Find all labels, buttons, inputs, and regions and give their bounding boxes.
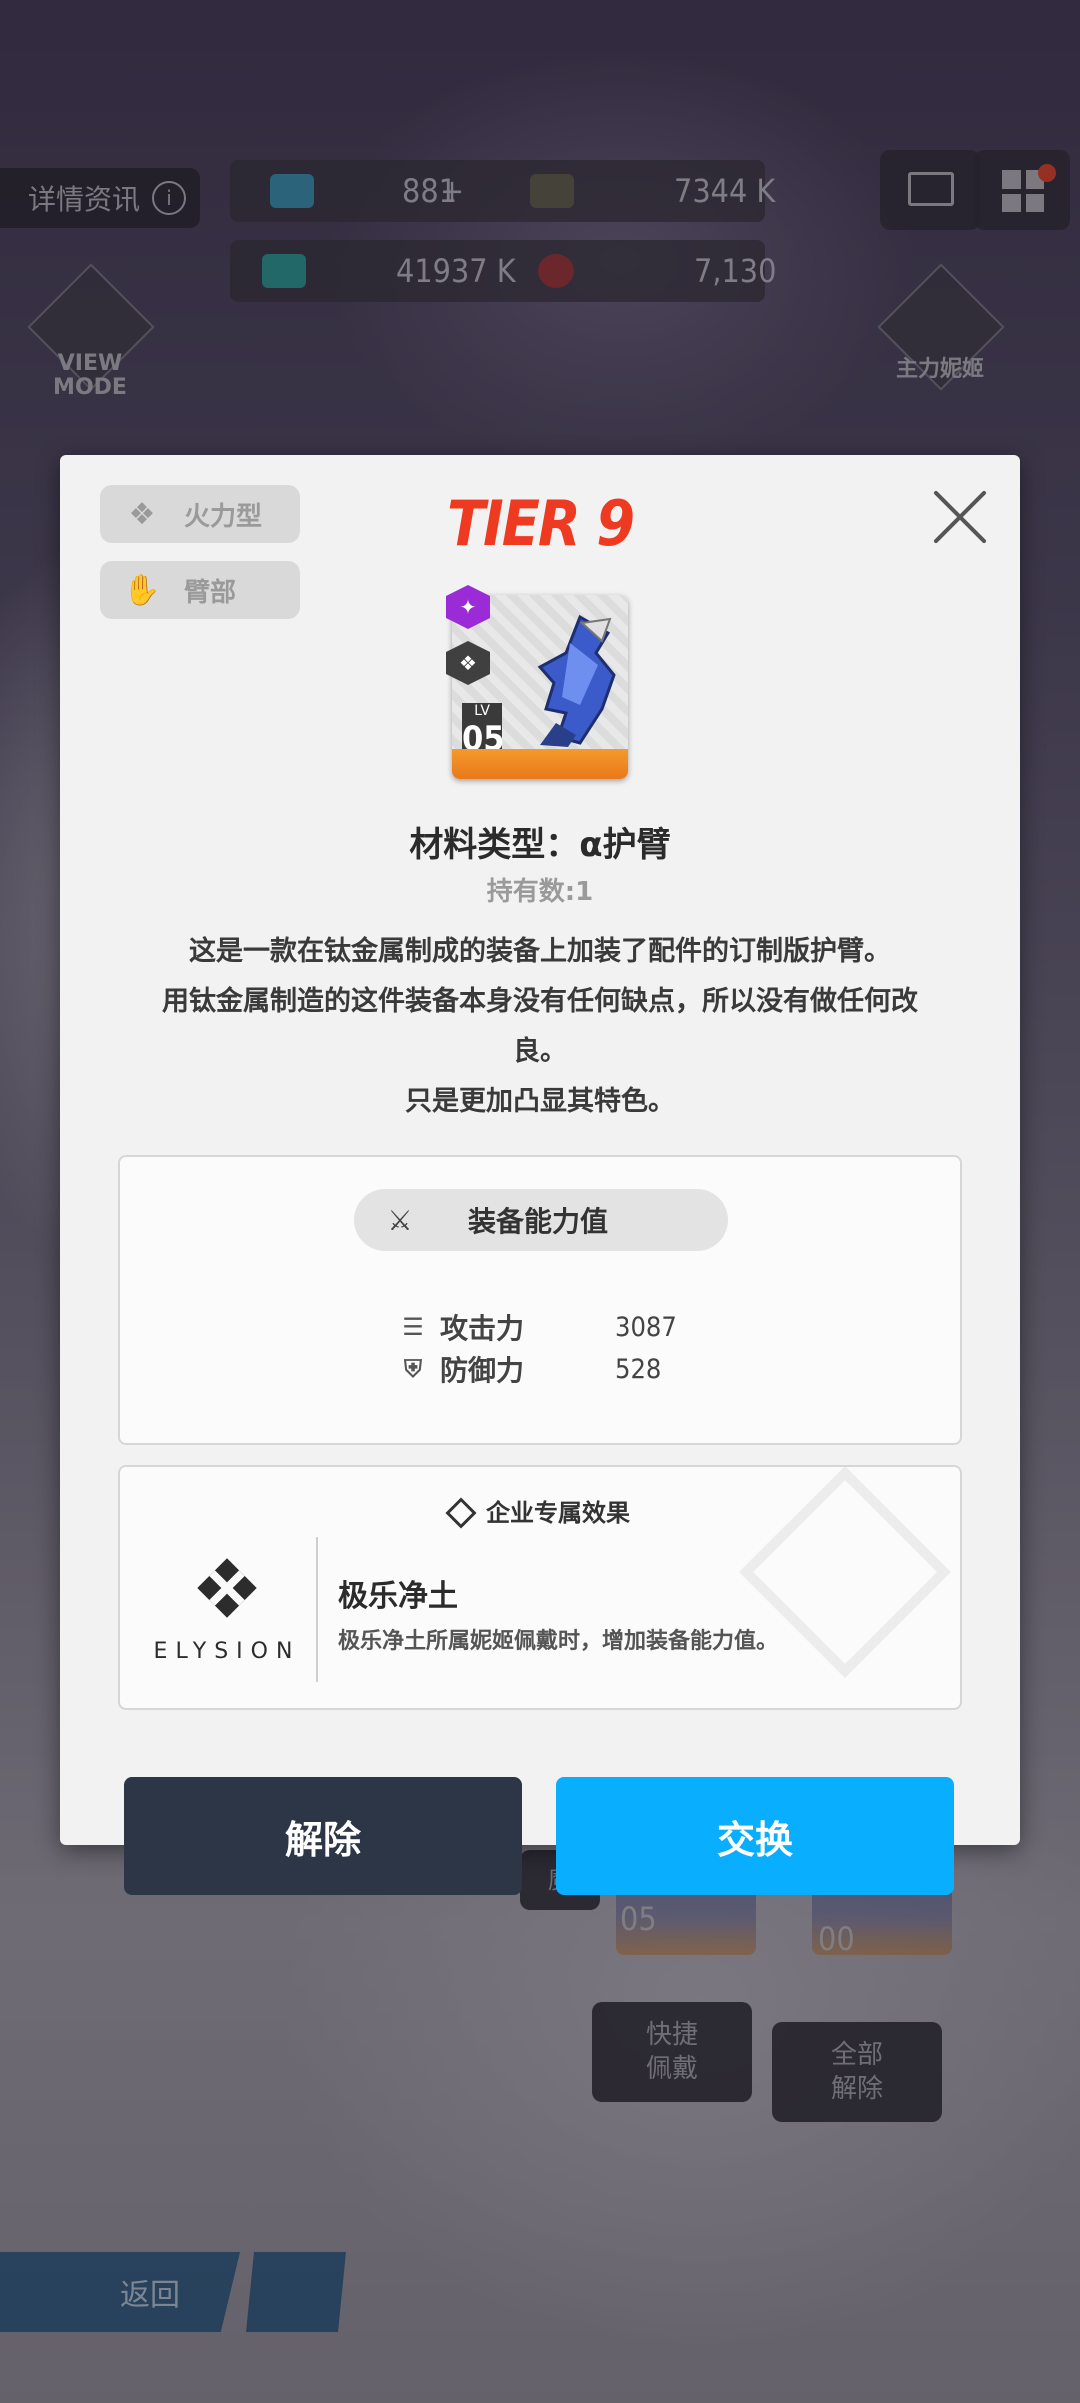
release-label: 解除: [284, 1817, 361, 1862]
elysion-wordmark: ELYSION: [153, 1639, 301, 1664]
corporation-effect-panel: 企业专属效果 ELYSION 极乐净土 极乐净土所属妮姬佩戴时，增加装备能力值。: [118, 1465, 962, 1710]
stat-value: 528: [615, 1353, 662, 1385]
crossed-swords-icon: ⚔: [387, 1203, 413, 1237]
equipment-detail-modal: ❖ 火力型 ✋ 臂部 TIER 9 LV 05 ✦ ❖ 材料类型：α护臂 持有数…: [60, 455, 1020, 1845]
description-line: 良。: [513, 1036, 567, 1067]
equipment-stats-panel: ⚔ 装备能力值 ☰ 攻击力 3087 ⛨ 防御力 528: [118, 1155, 962, 1445]
item-title: 材料类型：α护臂: [409, 825, 671, 865]
corp-name: 极乐净土: [338, 1579, 458, 1614]
stat-value: 3087: [615, 1311, 677, 1343]
tier-label: TIER 9: [446, 487, 635, 560]
swap-label: 交换: [716, 1817, 793, 1862]
close-button[interactable]: [928, 485, 992, 549]
swap-button[interactable]: 交换: [556, 1777, 954, 1895]
stats-header: ⚔ 装备能力值: [354, 1189, 728, 1251]
stat-label: 防御力: [440, 1354, 525, 1387]
slot-tag: ✋ 臂部: [100, 561, 300, 619]
release-button[interactable]: 解除: [124, 1777, 522, 1895]
attack-icon: ☰: [402, 1313, 424, 1341]
divider: [316, 1537, 318, 1682]
owned-count: 持有数:1: [486, 877, 594, 907]
item-description: 这是一款在钛金属制成的装备上加装了配件的订制版护臂。 用钛金属制造的这件装备本身…: [110, 927, 970, 1127]
stat-row-attack: ☰ 攻击力 3087: [396, 1307, 677, 1347]
elysion-mark-icon: [197, 1558, 257, 1618]
stats-header-label: 装备能力值: [468, 1205, 609, 1238]
description-line: 用钛金属制造的这件装备本身没有任何缺点，所以没有做任何改: [162, 986, 918, 1017]
arm-slot-icon: ✋: [123, 572, 161, 608]
corp-header-label: 企业专属效果: [486, 1499, 630, 1527]
shield-icon: ⛨: [404, 1355, 422, 1383]
corp-header: 企业专属效果: [120, 1493, 960, 1529]
description-line: 这是一款在钛金属制成的装备上加装了配件的订制版护臂。: [189, 936, 891, 967]
rarity-bar: [452, 749, 628, 779]
slot-tag-label: 臂部: [184, 577, 237, 608]
description-line: 只是更加凸显其特色。: [405, 1086, 675, 1117]
diamond-icon: [445, 1497, 477, 1529]
level-prefix: LV: [474, 703, 490, 719]
stat-row-defense: ⛨ 防御力 528: [396, 1349, 661, 1389]
corp-description: 极乐净土所属妮姬佩戴时，增加装备能力值。: [338, 1629, 779, 1654]
gauntlet-icon: [537, 614, 616, 747]
stat-label: 攻击力: [440, 1312, 525, 1345]
elysion-logo: ELYSION: [152, 1557, 302, 1667]
